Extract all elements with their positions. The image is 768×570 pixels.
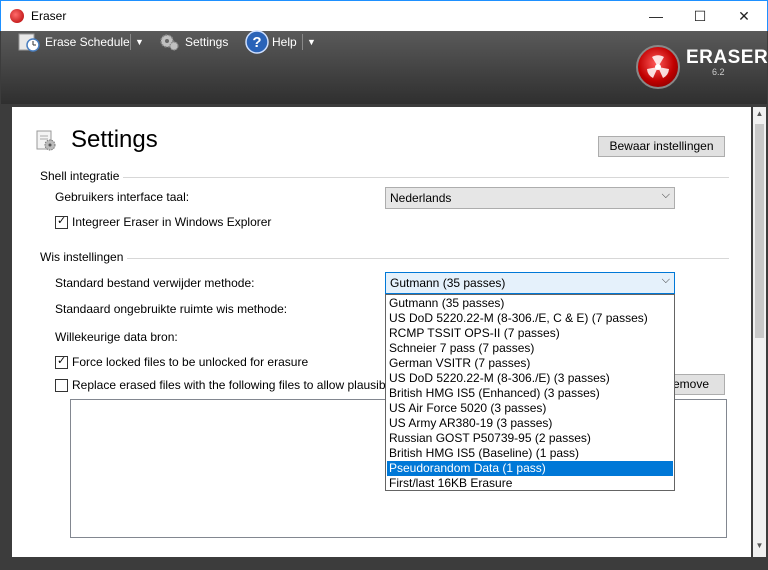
logo-text: ERASER	[686, 47, 768, 68]
erase-schedule-dropdown[interactable]: ▼	[130, 30, 146, 54]
maximize-button[interactable]: ☐	[677, 1, 723, 31]
toolbar-separator	[302, 34, 303, 50]
help-icon: ?	[245, 30, 269, 54]
dropdown-option[interactable]: Pseudorandom Data (1 pass)	[387, 461, 673, 476]
random-source-label: Willekeurige data bron:	[55, 330, 178, 344]
chevron-down-icon: ▼	[307, 37, 316, 47]
erase-schedule-icon	[18, 33, 40, 52]
file-method-label: Standard bestand verwijder methode:	[55, 276, 255, 290]
svg-text:?: ?	[252, 34, 261, 51]
settings-label: Settings	[185, 35, 229, 49]
section-divider	[40, 177, 729, 178]
scroll-up-icon[interactable]: ▲	[753, 109, 766, 123]
dropdown-option[interactable]: Schneier 7 pass (7 passes)	[387, 341, 673, 356]
close-button[interactable]: ✕	[721, 1, 767, 31]
erase-schedule-label: Erase Schedule	[45, 35, 130, 49]
dropdown-option[interactable]: Gutmann (35 passes)	[387, 296, 673, 311]
title-bar: Eraser — ☐ ✕	[0, 0, 768, 31]
explorer-integration-checkbox[interactable]	[55, 214, 68, 229]
dropdown-option[interactable]: German VSITR (7 passes)	[387, 356, 673, 371]
section-divider	[40, 258, 729, 259]
erase-method-dropdown[interactable]: Gutmann (35 passes) US DoD 5220.22-M (8-…	[385, 294, 675, 491]
eraser-logo-icon	[636, 45, 680, 89]
replace-files-label: Replace erased files with the following …	[72, 378, 386, 392]
settings-button[interactable]: Settings	[158, 30, 230, 54]
minimize-button[interactable]: —	[633, 1, 679, 31]
dropdown-option[interactable]: RCMP TSSIT OPS-II (7 passes)	[387, 326, 673, 341]
dropdown-option[interactable]: Russian GOST P50739-95 (2 passes)	[387, 431, 673, 446]
force-unlock-checkbox[interactable]	[55, 354, 68, 369]
shell-section-title: Shell integratie	[40, 169, 124, 183]
save-settings-button[interactable]: Bewaar instellingen	[598, 136, 725, 157]
scroll-down-icon[interactable]: ▼	[753, 541, 766, 555]
dropdown-option[interactable]: First/last 16KB Erasure	[387, 476, 673, 491]
logo-version: 6.2	[712, 67, 725, 77]
scroll-thumb[interactable]	[755, 124, 764, 338]
erase-schedule-button[interactable]: Erase Schedule	[18, 30, 130, 54]
radiation-icon	[647, 55, 669, 78]
dropdown-option[interactable]: US Air Force 5020 (3 passes)	[387, 401, 673, 416]
explorer-integration-label: Integreer Eraser in Windows Explorer	[72, 215, 272, 229]
chevron-down-icon: ⌵	[661, 274, 670, 286]
dropdown-option[interactable]: British HMG IS5 (Enhanced) (3 passes)	[387, 386, 673, 401]
help-button[interactable]: ? Help	[245, 30, 300, 54]
force-unlock-label: Force locked files to be unlocked for er…	[72, 355, 309, 369]
language-value: Nederlands	[390, 191, 452, 205]
dropdown-option[interactable]: US DoD 5220.22-M (8-306./E) (3 passes)	[387, 371, 673, 386]
settings-page-icon	[36, 130, 56, 151]
file-method-select[interactable]: Gutmann (35 passes) ⌵	[385, 272, 675, 294]
help-dropdown[interactable]: ▼	[302, 30, 318, 54]
toolbar-separator	[130, 34, 131, 50]
dropdown-option[interactable]: British HMG IS5 (Baseline) (1 pass)	[387, 446, 673, 461]
chevron-down-icon: ▼	[135, 37, 144, 47]
file-method-value: Gutmann (35 passes)	[390, 276, 506, 290]
replace-files-checkbox[interactable]	[55, 379, 68, 392]
chevron-down-icon: ⌵	[661, 189, 670, 201]
gear-icon	[160, 34, 179, 51]
unused-space-method-label: Standaard ongebruikte ruimte wis methode…	[55, 302, 288, 316]
dropdown-option[interactable]: US Army AR380-19 (3 passes)	[387, 416, 673, 431]
erase-section-title: Wis instellingen	[40, 250, 128, 264]
eraser-app-icon	[10, 9, 24, 23]
language-select[interactable]: Nederlands ⌵	[385, 187, 675, 209]
window-title: Eraser	[31, 9, 67, 23]
help-label: Help	[272, 35, 297, 49]
page-title: Settings	[71, 126, 158, 153]
dropdown-option[interactable]: US DoD 5220.22-M (8-306./E, C & E) (7 pa…	[387, 311, 673, 326]
language-label: Gebruikers interface taal:	[55, 190, 190, 204]
